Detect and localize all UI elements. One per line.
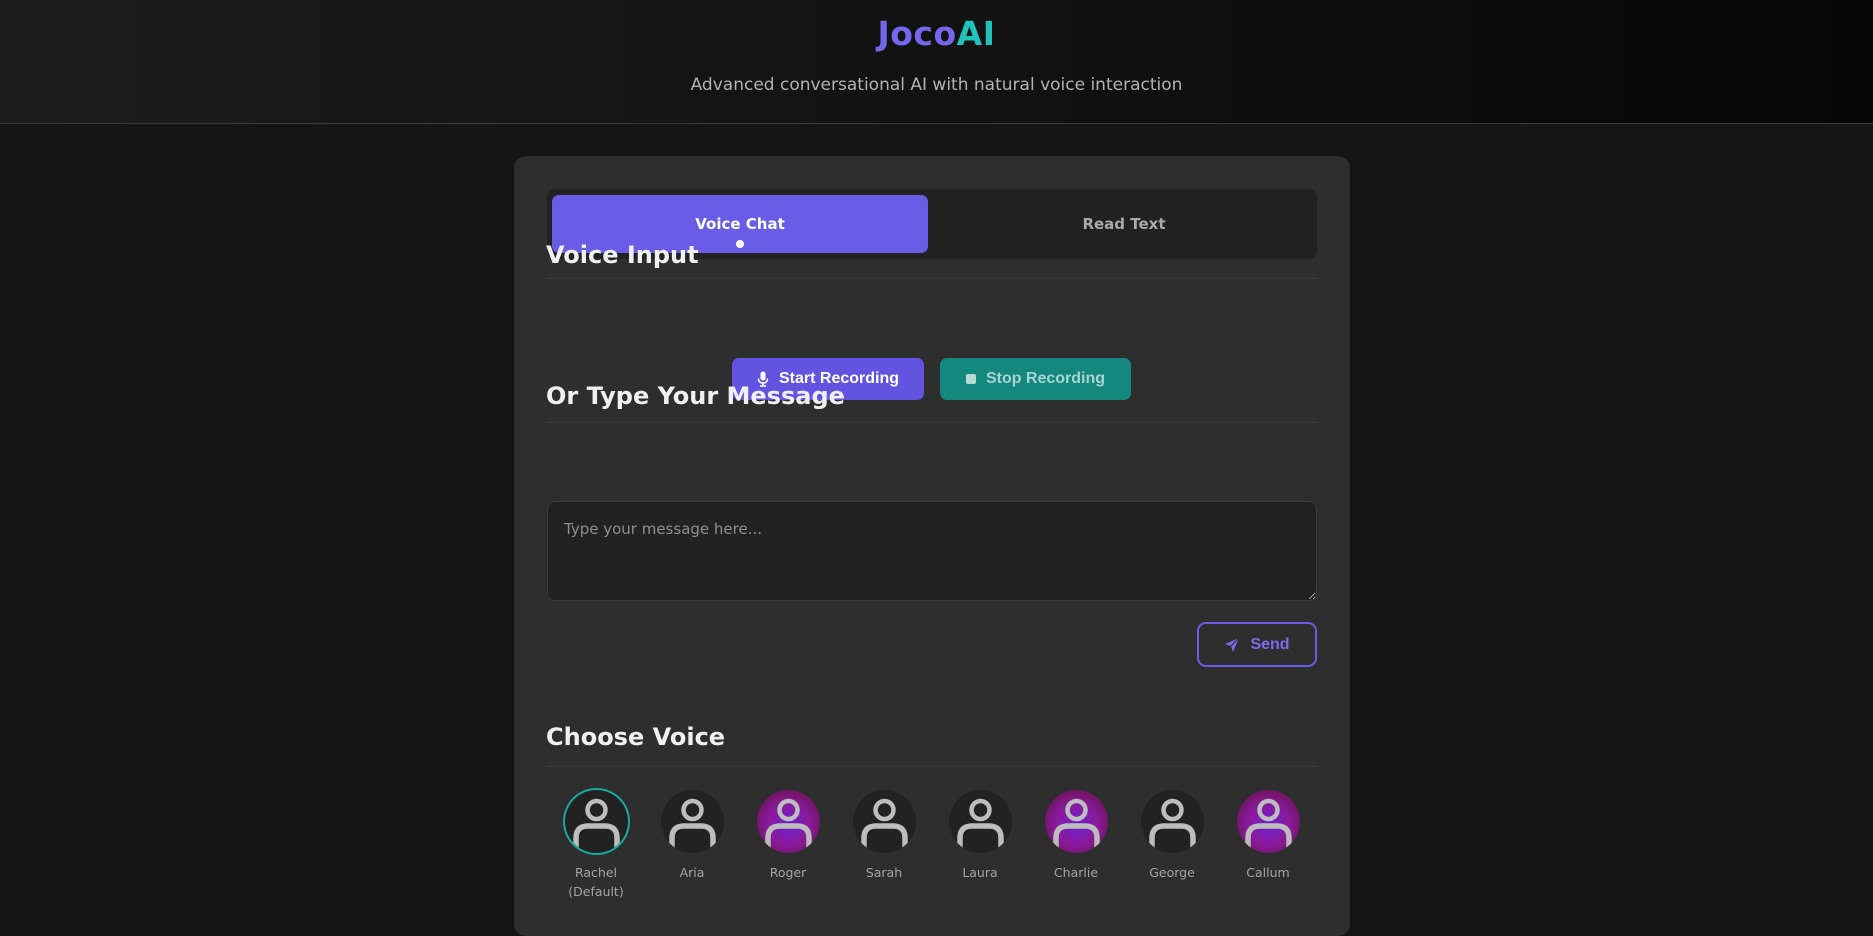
main-card: Voice Chat Read Text Voice Input Start R… [514,156,1350,936]
voice-avatar [660,790,724,853]
voice-avatar [948,790,1012,853]
stop-square-icon [965,374,976,384]
choose-voice-divider [546,766,1318,767]
voice-name-label: Rachel [574,865,618,880]
voice-name-label: George [1149,865,1195,880]
logo-part-ai: AI [956,14,996,53]
app-tagline: Advanced conversational AI with natural … [690,75,1183,95]
user-avatar-icon [956,798,1004,850]
user-avatar-icon [1148,798,1196,850]
voice-name-label: Callum [1246,865,1290,880]
type-message-title: Or Type Your Message [546,382,845,410]
voice-option[interactable]: Aria [644,790,740,882]
user-avatar-icon [764,798,812,850]
voice-option[interactable]: Callum [1220,790,1316,882]
send-label: Send [1250,635,1290,653]
voice-name-label: Aria [679,865,705,880]
voice-name: Sarah [836,863,932,882]
voice-name-label: Charlie [1053,865,1099,880]
stop-recording-button[interactable]: Stop Recording [940,358,1131,400]
type-message-divider [546,422,1318,423]
send-button[interactable]: Send [1197,622,1317,667]
voice-default-note: (Default) [568,884,624,899]
voice-avatar [1044,790,1108,853]
voice-option[interactable]: George [1124,790,1220,882]
tab-voice-chat-label: Voice Chat [695,215,785,233]
voice-name: Callum [1220,863,1316,882]
user-avatar-icon [1052,798,1100,850]
voice-name: Aria [644,863,740,882]
app-logo: JocoAI [0,14,1873,53]
voice-avatar [756,790,820,853]
paper-plane-icon [1225,637,1240,652]
choose-voice-title: Choose Voice [546,723,726,751]
voice-name: Rachel (Default) [548,863,644,901]
stop-recording-label: Stop Recording [985,370,1106,387]
voice-option[interactable]: Rachel (Default) [548,790,644,901]
voice-name-label: Laura [962,865,998,880]
voice-list: Rachel (Default) Aria Roger Sarah Laura Charli… [548,790,1316,910]
voice-option[interactable]: Sarah [836,790,932,882]
active-tab-indicator [736,240,744,248]
user-avatar-icon [572,798,620,850]
user-avatar-icon [1244,798,1292,850]
message-input[interactable] [547,501,1317,601]
voice-name: Laura [932,863,1028,882]
logo-part-joco: Joco [877,14,957,53]
tab-read-text[interactable]: Read Text [936,195,1312,253]
voice-input-title: Voice Input [546,241,699,269]
voice-avatar [1236,790,1300,853]
voice-name: Roger [740,863,836,882]
voice-option[interactable]: Roger [740,790,836,882]
voice-input-divider [546,278,1318,279]
user-avatar-icon [860,798,908,850]
voice-name: George [1124,863,1220,882]
user-avatar-icon [668,798,716,850]
voice-avatar [564,790,628,853]
voice-option[interactable]: Laura [932,790,1028,882]
voice-option[interactable]: Charlie [1028,790,1124,882]
voice-avatar [1140,790,1204,853]
voice-name-label: Sarah [865,865,903,880]
tab-read-text-label: Read Text [1082,215,1166,233]
app-header: JocoAI Advanced conversational AI with n… [0,0,1873,124]
voice-name: Charlie [1028,863,1124,882]
voice-avatar [852,790,916,853]
voice-name-label: Roger [769,865,807,880]
